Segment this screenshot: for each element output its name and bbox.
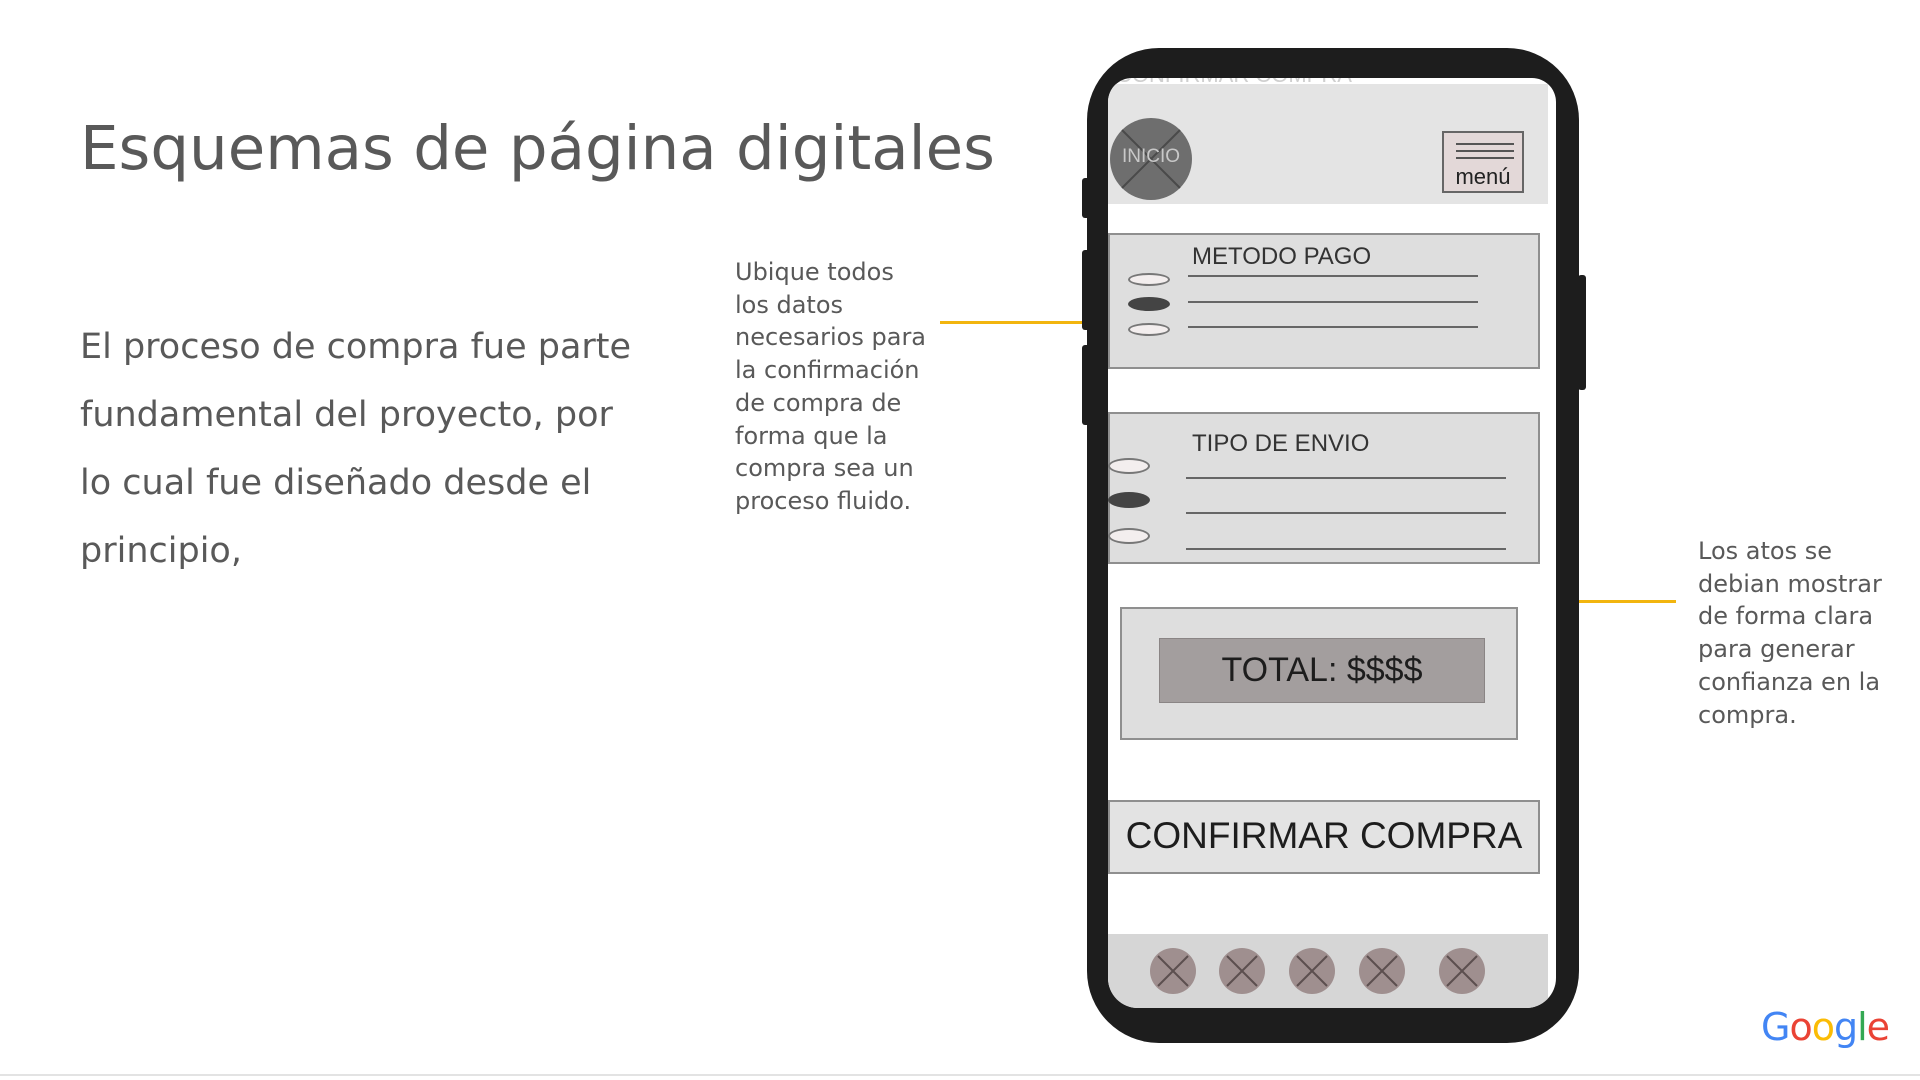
phone-screen: CONFIRMAR COMPRA INICIO menú METODO PAGO xyxy=(1108,78,1556,1008)
x-icon xyxy=(1226,955,1258,987)
menu-button[interactable]: menú xyxy=(1442,131,1524,193)
nav-placeholder-icon[interactable] xyxy=(1150,948,1196,994)
nav-placeholder-icon[interactable] xyxy=(1219,948,1265,994)
x-icon xyxy=(1296,955,1328,987)
inicio-home-icon[interactable]: INICIO xyxy=(1110,118,1192,200)
metodo-pago-title: METODO PAGO xyxy=(1192,243,1372,270)
total-panel: TOTAL: $$$$ xyxy=(1120,607,1518,740)
nav-placeholder-icon[interactable] xyxy=(1359,948,1405,994)
slide-body-text: El proceso de compra fue parte fundament… xyxy=(80,327,632,571)
shipping-option-line xyxy=(1186,548,1506,550)
slide-bottom-border xyxy=(0,1074,1920,1076)
metodo-pago-panel: METODO PAGO xyxy=(1108,233,1540,369)
google-logo: Google xyxy=(1761,1005,1890,1049)
payment-option-line xyxy=(1188,326,1478,328)
shipping-option-line xyxy=(1186,512,1506,514)
shipping-option-line xyxy=(1186,477,1506,479)
menu-label: menú xyxy=(1455,164,1511,189)
slide-title: Esquemas de página digitales xyxy=(80,113,995,184)
hamburger-icon xyxy=(1456,143,1514,159)
nav-placeholder-icon[interactable] xyxy=(1439,948,1485,994)
confirmar-compra-button[interactable]: CONFIRMAR COMPRA xyxy=(1108,800,1540,874)
shipping-radio-option[interactable] xyxy=(1108,528,1150,544)
payment-radio-option[interactable] xyxy=(1128,273,1170,286)
bottom-nav xyxy=(1108,934,1548,1008)
shipping-radio-option-selected[interactable] xyxy=(1108,492,1150,508)
phone-power-button xyxy=(1578,275,1586,390)
annotation-right: Los atos se debian mostrar de forma clar… xyxy=(1698,537,1882,729)
inicio-label: INICIO xyxy=(1121,146,1181,167)
payment-radio-option-selected[interactable] xyxy=(1128,297,1170,311)
annotation-left: Ubique todos los datos necesarios para l… xyxy=(735,258,927,515)
payment-option-line xyxy=(1188,301,1478,303)
total-label: TOTAL: $$$$ xyxy=(1221,651,1423,689)
payment-option-line xyxy=(1188,275,1478,277)
x-icon xyxy=(1446,955,1478,987)
slide: Esquemas de página digitales El proceso … xyxy=(0,0,1920,1080)
x-icon xyxy=(1366,955,1398,987)
tipo-envio-panel: TIPO DE ENVIO xyxy=(1108,412,1540,564)
payment-radio-option[interactable] xyxy=(1128,323,1170,336)
shipping-radio-option[interactable] xyxy=(1108,458,1150,474)
total-box: TOTAL: $$$$ xyxy=(1159,638,1485,703)
tipo-envio-title: TIPO DE ENVIO xyxy=(1192,430,1370,457)
x-icon xyxy=(1157,955,1189,987)
phone-header: INICIO menú xyxy=(1108,84,1548,204)
nav-placeholder-icon[interactable] xyxy=(1289,948,1335,994)
